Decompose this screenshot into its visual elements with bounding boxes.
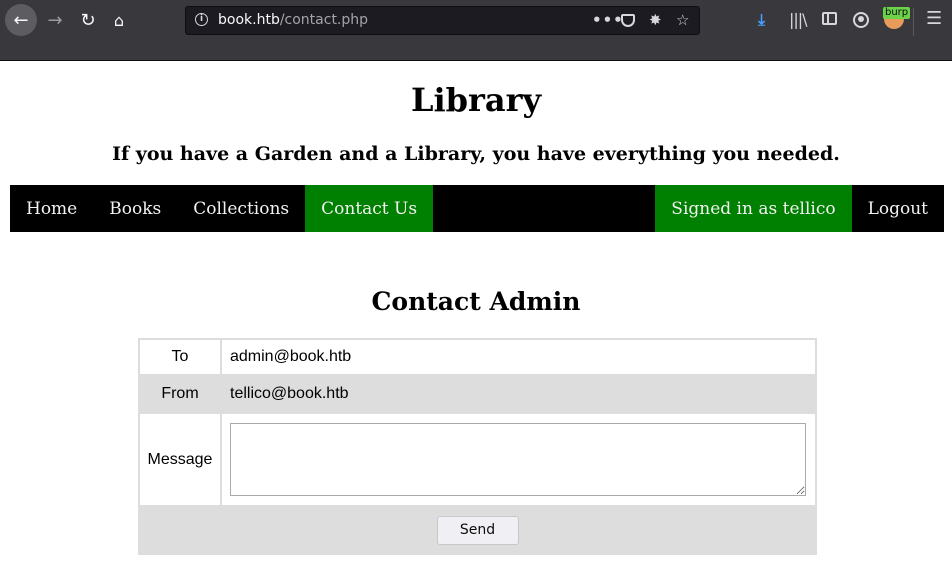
contact-form: To admin@book.htb From tellico@book.htb …	[138, 338, 817, 555]
home-icon[interactable]: ⌂	[106, 7, 132, 33]
forward-icon[interactable]: →	[42, 7, 68, 33]
nav-signed-in[interactable]: Signed in as tellico	[655, 185, 852, 232]
nav-books[interactable]: Books	[93, 185, 177, 232]
url-text[interactable]: book.htb/contact.php	[218, 12, 368, 28]
to-label: To	[138, 338, 222, 376]
send-button[interactable]: Send	[436, 515, 519, 545]
from-row: From tellico@book.htb	[138, 374, 817, 414]
bug-icon[interactable]: ✸	[649, 11, 662, 29]
burp-badge: burp	[883, 7, 911, 19]
page-content: Library If you have a Garden and a Libra…	[0, 61, 952, 564]
contact-title: Contact Admin	[371, 287, 581, 316]
sidebar-icon[interactable]	[822, 12, 837, 25]
message-label: Message	[138, 412, 222, 507]
message-input[interactable]	[230, 423, 806, 496]
to-row: To admin@book.htb	[138, 338, 817, 376]
url-host: book.htb	[218, 12, 280, 28]
send-row: Send	[138, 505, 817, 555]
browser-toolbar: ← → ↻ ⌂ i book.htb/contact.php ••• ✸ ☆ ⤓…	[0, 0, 952, 61]
bookmark-star-icon[interactable]: ☆	[676, 11, 689, 29]
nav-home[interactable]: Home	[10, 185, 93, 232]
nav-collections[interactable]: Collections	[177, 185, 305, 232]
library-icon[interactable]: |||\	[789, 10, 808, 30]
site-tagline: If you have a Garden and a Library, you …	[112, 143, 840, 165]
info-icon[interactable]: i	[195, 13, 208, 26]
from-value: tellico@book.htb	[220, 374, 817, 414]
message-cell	[220, 412, 817, 507]
back-icon[interactable]: ←	[5, 4, 37, 36]
reload-icon[interactable]: ↻	[75, 7, 101, 33]
site-title: Library	[410, 81, 542, 119]
to-value: admin@book.htb	[220, 338, 817, 376]
url-path: /contact.php	[279, 12, 369, 28]
page-actions-icon[interactable]: •••	[592, 11, 624, 29]
download-icon[interactable]: ⤓	[758, 10, 765, 30]
account-icon[interactable]	[853, 12, 869, 28]
url-bar[interactable]: i book.htb/contact.php ••• ✸ ☆	[185, 6, 700, 35]
send-cell: Send	[138, 505, 817, 555]
pocket-icon[interactable]	[621, 14, 635, 27]
toolbar-divider	[913, 8, 914, 36]
nav-logout[interactable]: Logout	[852, 185, 944, 232]
top-nav: Home Books Collections Contact Us Signed…	[10, 185, 944, 232]
nav-contact-us[interactable]: Contact Us	[305, 185, 434, 232]
message-row: Message	[138, 412, 817, 507]
from-label: From	[138, 374, 222, 414]
menu-icon[interactable]: ☰	[926, 9, 942, 29]
